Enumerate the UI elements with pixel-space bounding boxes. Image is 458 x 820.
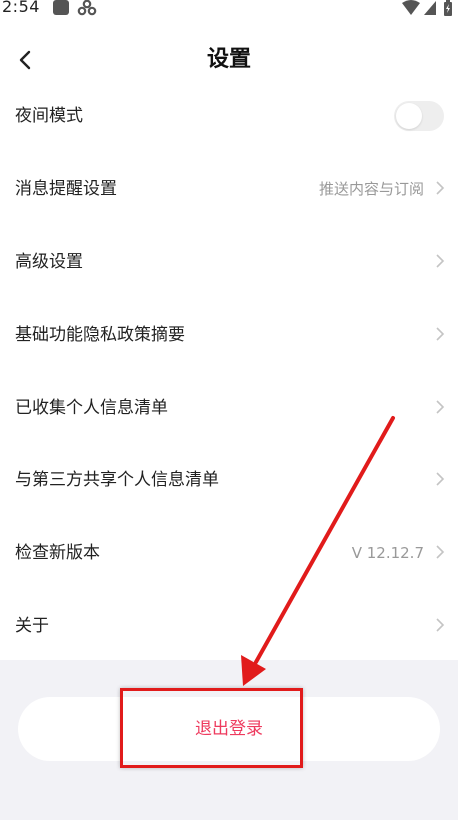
battery-icon [444,0,452,16]
setting-row-about[interactable]: 关于 [0,590,458,663]
version-value: V 12.12.7 [351,544,424,563]
setting-label: 与第三方共享个人信息清单 [15,470,219,491]
setting-label: 夜间模式 [15,106,83,126]
setting-row-night-mode[interactable]: 夜间模式 [0,80,458,153]
chevron-right-icon [436,327,445,341]
setting-label: 高级设置 [15,251,83,272]
setting-label: 检查新版本 [15,543,100,564]
status-time: 2:54 [2,0,40,16]
chevron-right-icon [436,181,445,195]
chevron-right-icon [436,472,445,487]
chevron-right-icon [436,618,445,632]
setting-row-advanced[interactable]: 高级设置 [0,226,458,299]
setting-label: 基础功能隐私政策摘要 [15,324,185,345]
setting-label: 已收集个人信息清单 [15,397,168,418]
notification-icons [53,0,97,16]
status-bar: 2:54 [0,0,458,20]
signal-icon [424,1,436,15]
chevron-right-icon [436,545,445,559]
app-notification-icon [53,0,69,15]
setting-row-third-party-sharing[interactable]: 与第三方共享个人信息清单 [0,444,458,517]
page-title: 设置 [206,47,251,72]
setting-value: 推送内容与订阅 [318,179,424,198]
cluster-notification-icon [77,0,97,16]
chevron-right-icon [436,254,445,268]
night-mode-toggle[interactable] [394,101,444,131]
setting-row-check-version[interactable]: 检查新版本 V 12.12.7 [0,517,458,590]
wifi-icon [402,0,420,15]
settings-list: 夜间模式 消息提醒设置 推送内容与订阅 高级设置 基础功能隐私政策摘要 已收集个… [0,80,458,664]
system-icons [402,0,452,16]
toggle-knob [396,103,422,129]
setting-row-privacy-summary[interactable]: 基础功能隐私政策摘要 [0,299,458,372]
annotation-highlight-box [120,688,303,768]
setting-row-notifications[interactable]: 消息提醒设置 推送内容与订阅 [0,153,458,226]
setting-row-collected-info[interactable]: 已收集个人信息清单 [0,372,458,445]
chevron-right-icon [436,399,445,414]
nav-bar: 设置 [0,35,458,81]
setting-label: 关于 [15,616,49,637]
setting-label: 消息提醒设置 [15,178,117,199]
